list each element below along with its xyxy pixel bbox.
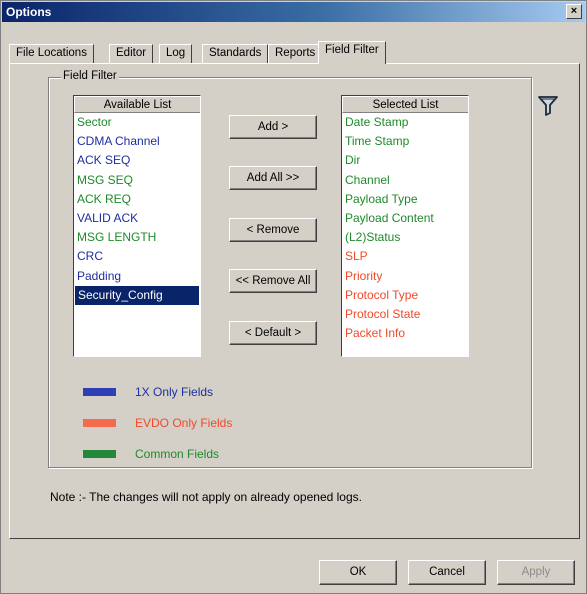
tab-standards[interactable]: Standards xyxy=(202,44,269,63)
tab-editor[interactable]: Editor xyxy=(109,44,154,63)
available-list-items: Sector CDMA Channel ACK SEQ MSG SEQ ACK REQ V… xyxy=(74,113,200,306)
selected-list-header: Selected List xyxy=(342,96,468,113)
available-list-header: Available List xyxy=(74,96,200,113)
selected-item[interactable]: SLP xyxy=(342,247,468,266)
selected-item[interactable]: Protocol State xyxy=(342,305,468,324)
remove-button-label: < Remove xyxy=(246,224,300,236)
available-item[interactable]: MSG SEQ xyxy=(74,171,200,190)
cancel-button-label: Cancel xyxy=(429,566,465,578)
add-all-button[interactable]: Add All >> xyxy=(229,166,317,190)
add-button-label: Add > xyxy=(257,121,289,133)
selected-item[interactable]: Channel xyxy=(342,171,468,190)
selected-item[interactable]: Payload Type xyxy=(342,190,468,209)
tab-file-locations[interactable]: File Locations xyxy=(9,44,94,63)
remove-all-button-label: << Remove All xyxy=(235,275,311,287)
available-item[interactable]: ACK REQ xyxy=(74,190,200,209)
default-button[interactable]: < Default > xyxy=(229,321,317,345)
field-filter-group: Field Filter Available List Sector CDMA C… xyxy=(48,70,558,468)
filter-funnel-icon xyxy=(538,96,558,116)
selected-item[interactable]: Protocol Type xyxy=(342,286,468,305)
selected-item[interactable]: (L2)Status xyxy=(342,228,468,247)
legend-evdo-swatch xyxy=(83,419,116,427)
available-item[interactable]: CDMA Channel xyxy=(74,132,200,151)
selected-item[interactable]: Priority xyxy=(342,267,468,286)
remove-button[interactable]: < Remove xyxy=(229,218,317,242)
add-all-button-label: Add All >> xyxy=(246,172,300,184)
selected-list-items: Date Stamp Time Stamp Dir Channel Payload Ty… xyxy=(342,113,468,343)
cancel-button[interactable]: Cancel xyxy=(408,560,486,585)
available-item[interactable]: VALID ACK xyxy=(74,209,200,228)
available-item[interactable]: Security_Config xyxy=(74,284,200,306)
options-dialog: Options × File Locations Editor Log Stan… xyxy=(0,0,587,594)
default-button-label: < Default > xyxy=(244,327,302,339)
ok-button-label: OK xyxy=(349,566,367,578)
selected-item[interactable]: Date Stamp xyxy=(342,113,468,132)
title-bar: Options × xyxy=(2,2,585,22)
selected-item[interactable]: Time Stamp xyxy=(342,132,468,151)
apply-button-label: Apply xyxy=(521,566,551,578)
group-label: Field Filter xyxy=(61,70,119,82)
selected-item[interactable]: Packet Info xyxy=(342,324,468,343)
available-item[interactable]: Sector xyxy=(74,113,200,132)
close-button[interactable]: × xyxy=(566,4,582,19)
selected-list[interactable]: Selected List Date Stamp Time Stamp Dir Cha… xyxy=(341,95,469,357)
available-list[interactable]: Available List Sector CDMA Channel ACK SEQ… xyxy=(73,95,201,357)
legend-common-swatch xyxy=(83,450,116,458)
available-item[interactable]: MSG LENGTH xyxy=(74,228,200,247)
legend-1x-label: 1X Only Fields xyxy=(135,385,214,399)
available-item[interactable]: CRC xyxy=(74,247,200,266)
note-text: Note :- The changes will not apply on al… xyxy=(50,490,362,504)
available-item[interactable]: ACK SEQ xyxy=(74,151,200,170)
legend-1x-swatch xyxy=(83,388,116,396)
field-filter-panel: Field Filter Available List Sector CDMA C… xyxy=(9,63,580,539)
tab-log[interactable]: Log xyxy=(159,44,193,63)
tab-reports[interactable]: Reports xyxy=(268,44,323,63)
ok-button[interactable]: OK xyxy=(319,560,397,585)
add-button[interactable]: Add > xyxy=(229,115,317,139)
tab-field-filter[interactable]: Field Filter xyxy=(318,41,386,64)
apply-button[interactable]: Apply xyxy=(497,560,575,585)
remove-all-button[interactable]: << Remove All xyxy=(229,269,317,293)
selected-item[interactable]: Payload Content xyxy=(342,209,468,228)
window-title: Options xyxy=(6,5,52,19)
legend-evdo-label: EVDO Only Fields xyxy=(135,416,233,430)
selected-item[interactable]: Dir xyxy=(342,151,468,170)
legend-common-label: Common Fields xyxy=(135,447,220,461)
available-item[interactable]: Padding xyxy=(74,267,200,286)
